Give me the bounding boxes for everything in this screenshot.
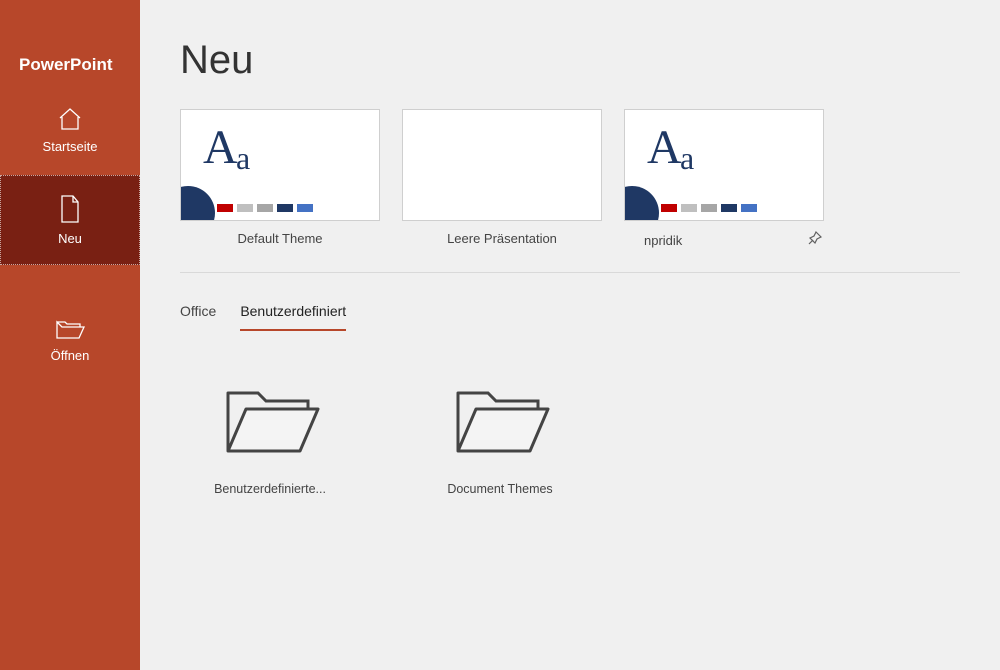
template-default-theme[interactable]: A a Default Theme bbox=[180, 109, 380, 250]
new-file-icon bbox=[59, 195, 81, 223]
template-source-tabs: Office Benutzerdefiniert bbox=[180, 297, 960, 331]
folder-icon bbox=[220, 446, 320, 463]
folder-icon bbox=[450, 446, 550, 463]
tab-custom[interactable]: Benutzerdefiniert bbox=[240, 297, 346, 331]
pin-icon[interactable] bbox=[808, 231, 822, 250]
sidebar-item-label: Neu bbox=[58, 231, 82, 246]
sidebar-item-home[interactable]: Startseite bbox=[0, 85, 140, 175]
folder-document-themes[interactable]: Document Themes bbox=[430, 379, 570, 496]
folder-label: Document Themes bbox=[430, 482, 570, 496]
folder-custom[interactable]: Benutzerdefinierte... bbox=[200, 379, 340, 496]
sidebar-item-label: Startseite bbox=[43, 139, 98, 154]
template-thumbnail bbox=[402, 109, 602, 221]
folders-row: Benutzerdefinierte... Document Themes bbox=[200, 379, 960, 496]
template-thumbnail: A a bbox=[180, 109, 380, 221]
sidebar-item-label: Öffnen bbox=[51, 348, 90, 363]
tab-office[interactable]: Office bbox=[180, 297, 216, 331]
template-npridik[interactable]: A a npridik bbox=[624, 109, 824, 250]
home-icon bbox=[57, 107, 83, 131]
sidebar-item-new[interactable]: Neu bbox=[0, 175, 140, 265]
template-label: Default Theme bbox=[237, 231, 322, 246]
template-blank[interactable]: Leere Präsentation bbox=[402, 109, 602, 250]
sidebar: PowerPoint Startseite Neu Öffnen bbox=[0, 0, 140, 670]
main-content: Neu A a Default Theme L bbox=[140, 0, 1000, 670]
template-label: npridik bbox=[644, 233, 682, 248]
app-name: PowerPoint bbox=[0, 0, 140, 85]
template-thumbnail: A a bbox=[624, 109, 824, 221]
template-label: Leere Präsentation bbox=[447, 231, 557, 246]
page-title: Neu bbox=[180, 38, 960, 83]
folder-label: Benutzerdefinierte... bbox=[200, 482, 340, 496]
templates-row: A a Default Theme Leere Präsentation bbox=[180, 109, 960, 273]
sidebar-item-open[interactable]: Öffnen bbox=[0, 295, 140, 385]
open-folder-icon bbox=[55, 318, 85, 340]
